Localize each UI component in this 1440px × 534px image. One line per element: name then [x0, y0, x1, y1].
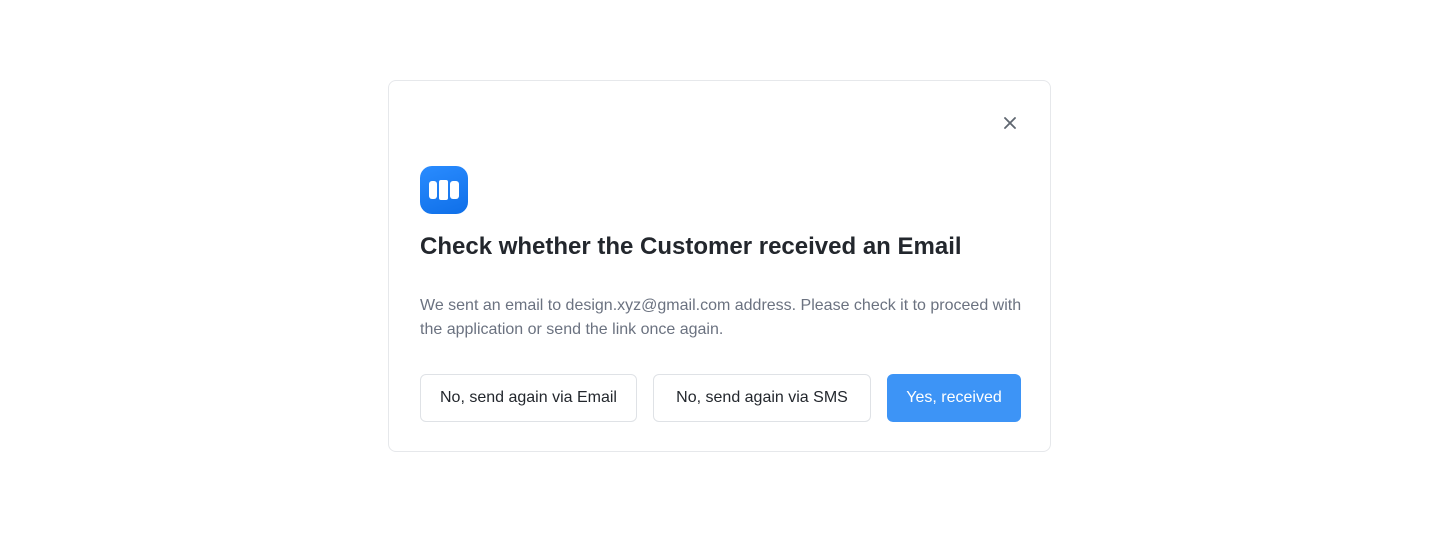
dialog-description: We sent an email to design.xyz@gmail.com…: [420, 297, 1022, 338]
resend-sms-button[interactable]: No, send again via SMS: [653, 374, 871, 422]
dialog-title: Check whether the Customer received an E…: [420, 233, 962, 260]
close-icon: [1003, 116, 1017, 130]
close-button[interactable]: [999, 112, 1021, 134]
dialog-actions: No, send again via Email No, send again …: [420, 374, 1021, 422]
confirm-received-button[interactable]: Yes, received: [887, 374, 1021, 422]
resend-email-button[interactable]: No, send again via Email: [420, 374, 637, 422]
app-logo-icon: [420, 166, 468, 214]
email-check-dialog: Check whether the Customer received an E…: [388, 80, 1051, 452]
